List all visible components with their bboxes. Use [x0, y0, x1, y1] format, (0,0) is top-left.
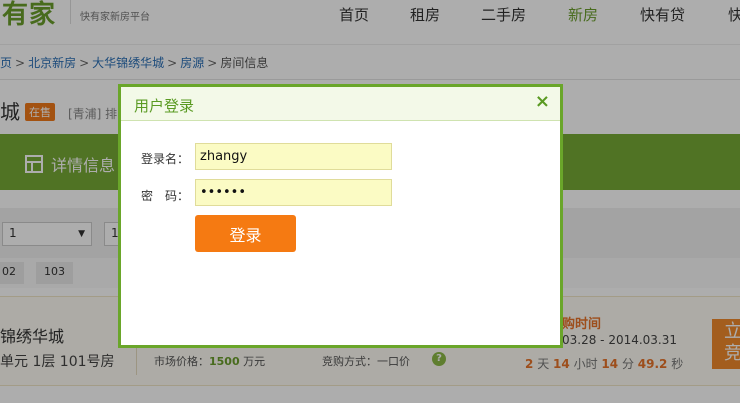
username-label: 登录名： [141, 152, 190, 166]
password-field[interactable] [195, 179, 392, 206]
login-dialog-header: 用户登录 × [121, 87, 560, 121]
username-field[interactable] [195, 143, 392, 170]
login-dialog: 用户登录 × 登录名： 密 码： 登录 [118, 84, 563, 348]
close-icon[interactable]: × [535, 92, 550, 112]
login-button[interactable]: 登录 [195, 215, 296, 252]
page: 有家 快有家新房平台 首页 租房 二手房 新房 快有贷 快 首页>北京新房>大华… [0, 0, 740, 403]
password-label: 密 码： [141, 189, 190, 203]
login-dialog-title: 用户登录 [134, 97, 195, 115]
